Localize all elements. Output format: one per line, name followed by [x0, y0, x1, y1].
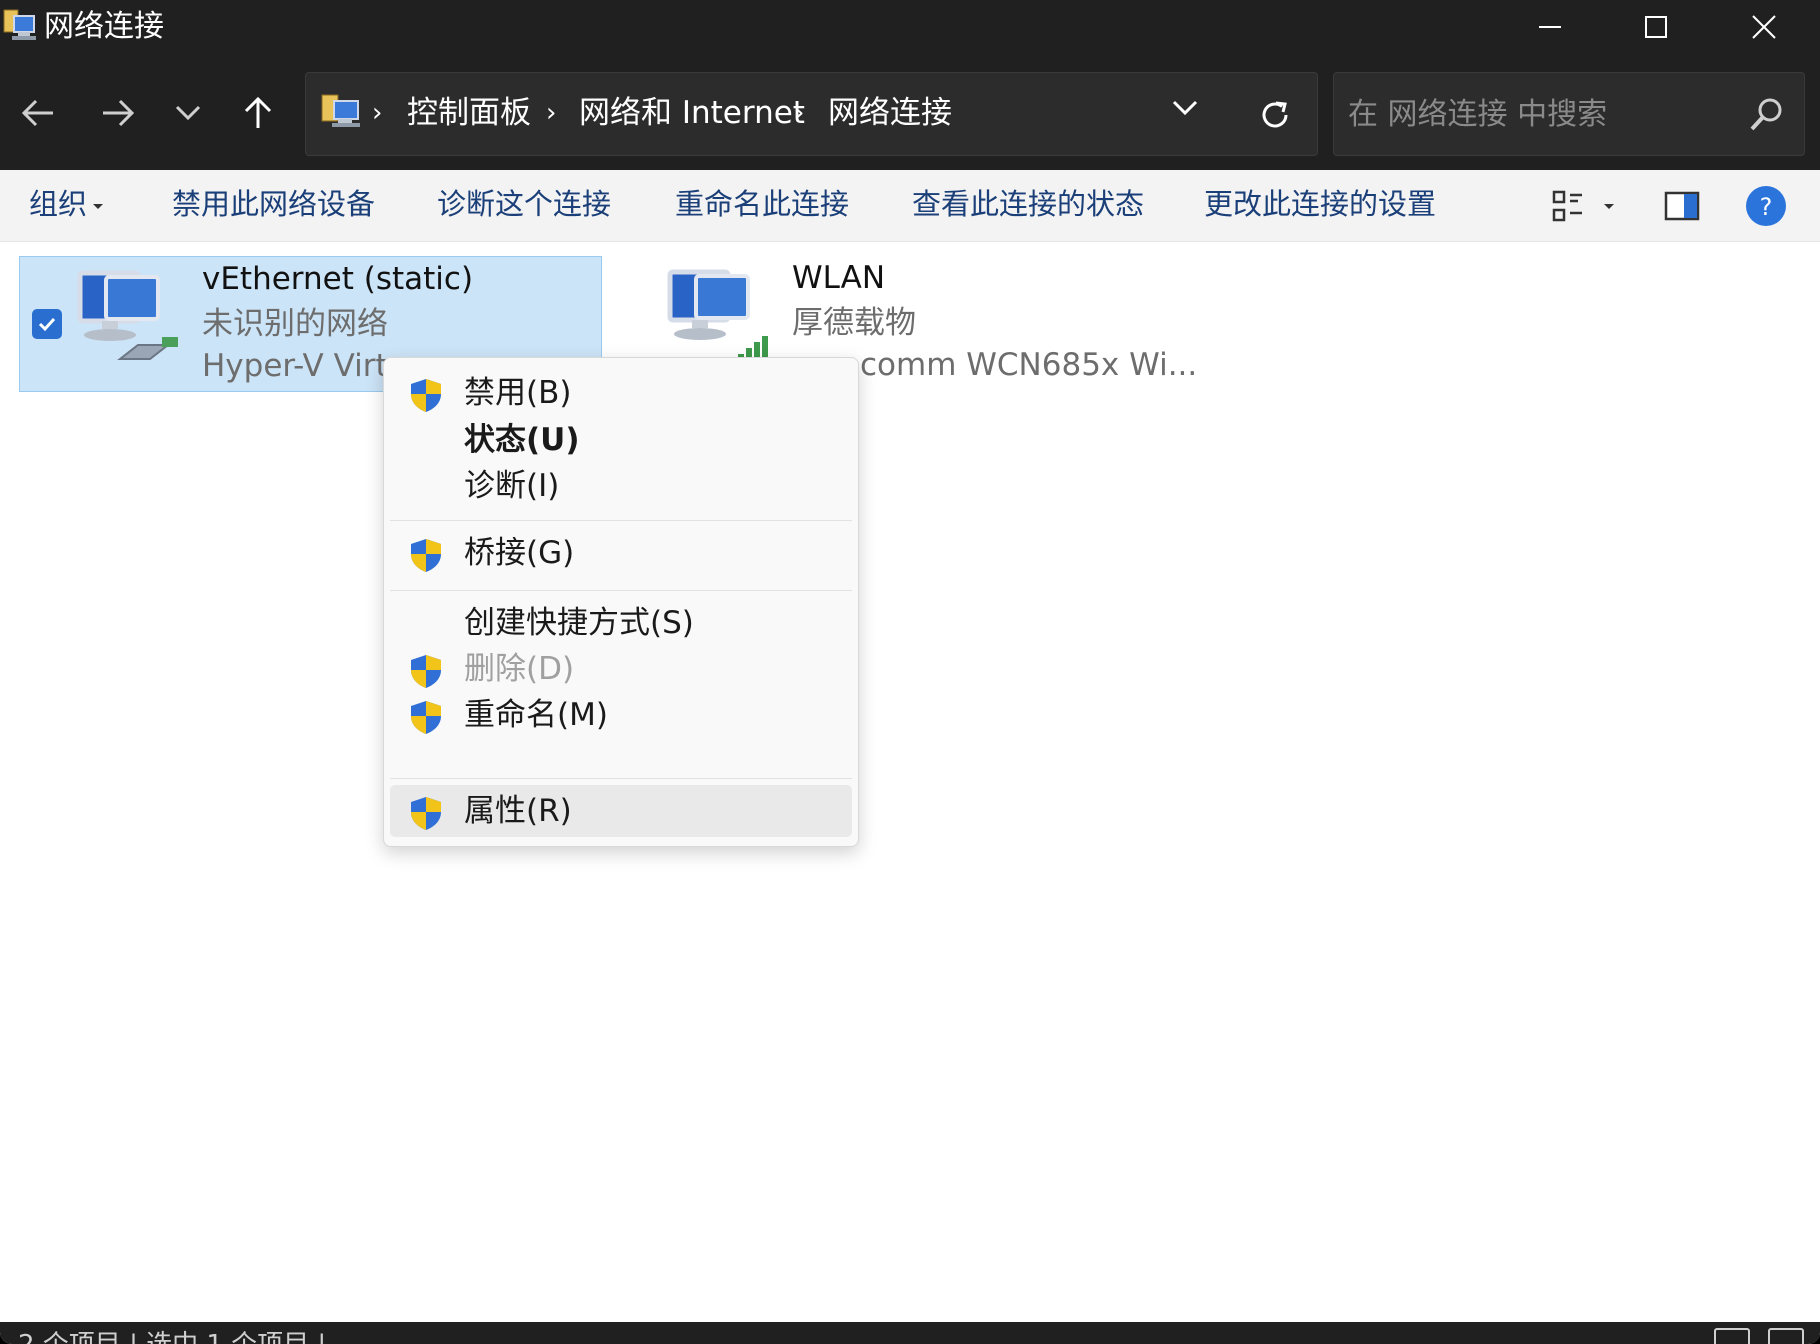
uac-shield-icon: [411, 655, 441, 688]
menu-item-disable[interactable]: 禁用(B): [390, 367, 852, 419]
uac-shield-icon: [411, 379, 441, 412]
menu-item-label: 重命名(M): [464, 697, 608, 733]
explorer-window: 网络连接 › 控制面板 › 网络和 Internet › 网络连接 在 网络连接…: [0, 0, 1820, 1344]
file-list: vEthernet (static) 未识别的网络 Hyper-V Virt W…: [0, 242, 1820, 1322]
menu-item-label: 状态(U): [464, 422, 580, 458]
caret-down-icon: [93, 203, 104, 209]
large-icons-view-icon[interactable]: [1768, 1328, 1804, 1344]
menu-separator: [390, 778, 852, 779]
menu-item-label: 属性(R): [464, 793, 572, 829]
view-status-button[interactable]: 查看此连接的状态: [912, 184, 1144, 224]
breadcrumb-separator: ›: [794, 98, 805, 128]
search-input[interactable]: 在 网络连接 中搜索: [1333, 72, 1805, 156]
menu-item-delete: 删除(D): [390, 643, 852, 695]
uac-shield-icon: [411, 539, 441, 572]
title-bar: 网络连接: [0, 0, 1820, 60]
status-text: 2 个项目 | 选中 1 个项目 |: [18, 1322, 326, 1344]
menu-item-label: 删除(D): [464, 651, 575, 687]
uac-shield-icon: [411, 797, 441, 830]
recent-locations-button[interactable]: [158, 80, 218, 146]
organize-menu-button[interactable]: 组织: [29, 184, 104, 224]
close-icon: [1752, 15, 1776, 39]
context-menu: 禁用(B) 状态(U) 诊断(I) 桥接(G) 创建快捷方式(S) 删除(D) …: [383, 357, 859, 847]
control-panel-icon: [321, 94, 360, 127]
search-placeholder: 在 网络连接 中搜索: [1348, 97, 1608, 132]
disable-device-button[interactable]: 禁用此网络设备: [172, 184, 375, 224]
ethernet-adapter-icon: [77, 270, 178, 360]
breadcrumb-control-panel[interactable]: 控制面板: [407, 93, 531, 133]
checkmark-icon: [38, 317, 56, 332]
item-status: 厚德载物: [792, 305, 916, 341]
maximize-button[interactable]: [1604, 0, 1708, 54]
organize-label: 组织: [29, 187, 88, 221]
arrow-up-icon: [244, 96, 272, 128]
change-settings-button[interactable]: 更改此连接的设置: [1204, 184, 1436, 224]
menu-item-label: 诊断(I): [464, 468, 560, 504]
menu-item-rename[interactable]: 重命名(M): [390, 689, 852, 741]
menu-item-label: 禁用(B): [464, 375, 572, 411]
chevron-down-icon: [175, 105, 201, 121]
minimize-button[interactable]: [1498, 0, 1602, 54]
network-connections-app-icon: [3, 9, 36, 40]
command-bar: 组织 禁用此网络设备 诊断这个连接 重命名此连接 查看此连接的状态 更改此连接的…: [0, 170, 1820, 242]
window-title: 网络连接: [44, 9, 164, 44]
chevron-down-icon: [1172, 100, 1198, 116]
help-icon[interactable]: ?: [1744, 184, 1788, 228]
breadcrumb-network-internet[interactable]: 网络和 Internet: [579, 93, 805, 133]
menu-item-status[interactable]: 状态(U): [390, 414, 852, 466]
breadcrumb-network-connections[interactable]: 网络连接: [828, 93, 952, 133]
item-name: vEthernet (static): [202, 261, 474, 297]
menu-item-diagnose[interactable]: 诊断(I): [390, 460, 852, 512]
menu-item-label: 桥接(G): [464, 535, 575, 571]
minimize-icon: [1539, 26, 1561, 28]
preview-pane-icon[interactable]: [1664, 188, 1700, 224]
menu-item-bridge[interactable]: 桥接(G): [390, 527, 852, 579]
refresh-icon: [1262, 101, 1288, 128]
diagnose-connection-button[interactable]: 诊断这个连接: [437, 184, 611, 224]
breadcrumb-separator: ›: [546, 98, 557, 128]
rename-connection-button[interactable]: 重命名此连接: [675, 184, 849, 224]
menu-item-properties[interactable]: 属性(R): [390, 785, 852, 837]
svg-text:?: ?: [1760, 193, 1773, 221]
item-name: WLAN: [792, 260, 886, 296]
uac-shield-icon: [411, 701, 441, 734]
caret-down-icon[interactable]: [1604, 204, 1614, 209]
item-status: 未识别的网络: [202, 306, 388, 342]
up-button[interactable]: [228, 80, 288, 146]
refresh-button[interactable]: [1245, 82, 1305, 148]
details-view-icon[interactable]: [1714, 1328, 1750, 1344]
breadcrumb-separator: ›: [372, 98, 383, 128]
menu-item-create-shortcut[interactable]: 创建快捷方式(S): [390, 597, 852, 649]
close-button[interactable]: [1712, 0, 1816, 54]
arrow-left-icon: [21, 99, 53, 127]
back-button[interactable]: [8, 80, 68, 146]
maximize-icon: [1645, 16, 1667, 38]
item-device: Hyper-V Virt: [202, 348, 388, 384]
address-history-dropdown[interactable]: [1155, 86, 1215, 146]
menu-separator: [390, 590, 852, 591]
menu-separator: [390, 520, 852, 521]
menu-item-label: 创建快捷方式(S): [464, 605, 694, 641]
forward-button[interactable]: [88, 80, 148, 146]
search-icon: [1750, 98, 1782, 131]
selection-checkbox[interactable]: [32, 309, 62, 339]
arrow-right-icon: [103, 99, 135, 127]
navigation-bar: › 控制面板 › 网络和 Internet › 网络连接 在 网络连接 中搜索: [0, 60, 1820, 170]
view-options-icon[interactable]: [1550, 188, 1590, 226]
item-device: comm WCN685x Wi...: [860, 347, 1198, 383]
status-bar: 2 个项目 | 选中 1 个项目 |: [0, 1322, 1820, 1344]
